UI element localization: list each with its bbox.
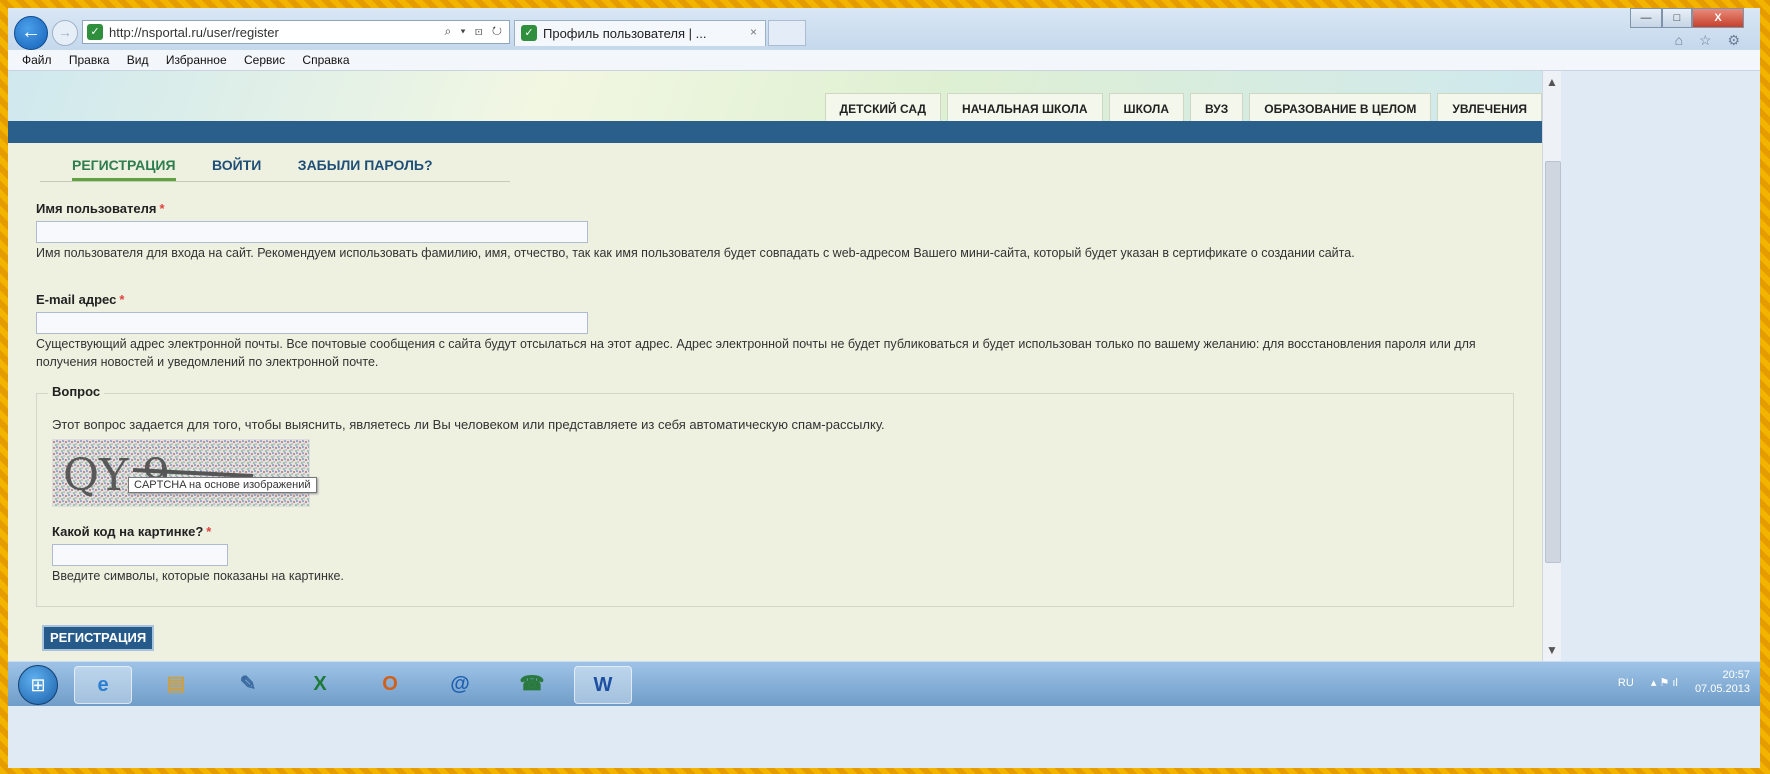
taskbar-paint-icon[interactable]: ✎ [220, 666, 276, 702]
page-content: ДЕТСКИЙ САД НАЧАЛЬНАЯ ШКОЛА ШКОЛА ВУЗ ОБ… [8, 71, 1542, 661]
captcha-tooltip: CAPTCHA на основе изображений [128, 477, 317, 493]
address-controls[interactable]: ⌕ ▾ ⊡ ↻ [444, 24, 505, 39]
new-tab-button[interactable] [768, 20, 806, 46]
nav-education[interactable]: ОБРАЗОВАНИЕ В ЦЕЛОМ [1249, 93, 1432, 122]
email-input[interactable] [36, 312, 588, 334]
taskbar-word-icon[interactable]: W [574, 666, 632, 704]
browser-tab[interactable]: ✓ Профиль пользователя | ... × [514, 20, 766, 46]
language-indicator[interactable]: RU [1618, 668, 1634, 698]
clock[interactable]: 20:57 07.05.2013 [1695, 668, 1750, 696]
tab-login[interactable]: ВОЙТИ [212, 151, 261, 178]
nav-school[interactable]: ШКОЛА [1108, 93, 1185, 122]
tab-title: Профиль пользователя | ... [543, 26, 707, 41]
taskbar-powerpoint-icon[interactable]: O [362, 666, 418, 702]
captcha-noise: QY 9 [53, 440, 309, 506]
scroll-down-icon[interactable]: ▼ [1543, 643, 1561, 657]
captcha-image: QY 9 [52, 439, 310, 507]
required-mark: * [159, 201, 165, 216]
email-label: E-mail адрес * [36, 292, 124, 307]
menu-view[interactable]: Вид [127, 50, 149, 70]
url-text[interactable]: http://nsportal.ru/user/register [109, 25, 279, 40]
menu-bar: Файл Правка Вид Избранное Сервис Справка [8, 50, 1760, 71]
minimize-button[interactable]: — [1630, 8, 1662, 28]
close-window-button[interactable]: X [1692, 8, 1744, 28]
username-label-text: Имя пользователя [36, 201, 157, 216]
taskbar-ie-icon[interactable]: e [74, 666, 132, 704]
site-favicon: ✓ [87, 24, 103, 40]
taskbar-mail-icon[interactable]: @ [432, 666, 488, 702]
clock-date: 07.05.2013 [1694, 683, 1750, 695]
address-row: ← → ✓ http://nsportal.ru/user/register ⌕… [8, 8, 1760, 50]
menu-file[interactable]: Файл [22, 50, 52, 70]
username-input[interactable] [36, 221, 588, 243]
start-button[interactable]: ⊞ [18, 665, 58, 705]
vertical-scrollbar[interactable]: ▲ ▼ [1542, 71, 1561, 661]
back-button[interactable]: ← [14, 16, 48, 50]
forward-button[interactable]: → [52, 20, 78, 46]
form-tabs: РЕГИСТРАЦИЯ ВОЙТИ ЗАБЫЛИ ПАРОЛЬ? [40, 151, 510, 182]
scroll-thumb[interactable] [1545, 161, 1561, 563]
system-tray: RU ▴ ⚑ ıl 20:57 07.05.2013 [1618, 668, 1750, 698]
menu-tools[interactable]: Сервис [244, 50, 285, 70]
tray-icons[interactable]: ▴ ⚑ ıl [1651, 668, 1678, 698]
browser-window: ← → ✓ http://nsportal.ru/user/register ⌕… [8, 8, 1760, 768]
taskbar-explorer-icon[interactable]: ▤ [148, 666, 204, 702]
site-header: ДЕТСКИЙ САД НАЧАЛЬНАЯ ШКОЛА ШКОЛА ВУЗ ОБ… [8, 71, 1542, 122]
tab-close-icon[interactable]: × [750, 25, 757, 39]
taskbar: ⊞ e ▤ ✎ X O @ ☎ W RU ▴ ⚑ ıl 20:57 07.05.… [8, 661, 1760, 706]
taskbar-phone-icon[interactable]: ☎ [504, 666, 560, 702]
email-label-text: E-mail адрес [36, 292, 117, 307]
captcha-code-label-text: Какой код на картинке? [52, 524, 204, 539]
question-intro: Этот вопрос задается для того, чтобы выя… [52, 417, 885, 432]
username-description: Имя пользователя для входа на сайт. Реко… [36, 246, 1355, 260]
question-legend: Вопрос [48, 384, 105, 399]
scroll-up-icon[interactable]: ▲ [1543, 75, 1561, 89]
taskbar-excel-icon[interactable]: X [292, 666, 348, 702]
tab-forgot-password[interactable]: ЗАБЫЛИ ПАРОЛЬ? [298, 151, 433, 178]
required-mark: * [206, 524, 212, 539]
site-nav: ДЕТСКИЙ САД НАЧАЛЬНАЯ ШКОЛА ШКОЛА ВУЗ ОБ… [824, 93, 1542, 122]
menu-help[interactable]: Справка [302, 50, 349, 70]
nav-university[interactable]: ВУЗ [1190, 93, 1244, 122]
clock-time: 20:57 [1722, 669, 1750, 681]
email-description: Существующий адрес электронной почты. Вс… [36, 337, 1476, 369]
home-favorites-tools-icons[interactable]: ⌂ ☆ ⚙ [1675, 32, 1746, 49]
captcha-code-label: Какой код на картинке? * [52, 524, 211, 539]
menu-favorites[interactable]: Избранное [166, 50, 227, 70]
nav-kindergarten[interactable]: ДЕТСКИЙ САД [824, 93, 941, 122]
nav-hobbies[interactable]: УВЛЕЧЕНИЯ [1437, 93, 1542, 122]
tab-favicon: ✓ [521, 25, 537, 41]
address-bar[interactable]: ✓ http://nsportal.ru/user/register ⌕ ▾ ⊡… [82, 20, 510, 44]
required-mark: * [119, 292, 125, 307]
username-label: Имя пользователя * [36, 201, 165, 216]
header-divider [8, 121, 1542, 143]
captcha-text: QY 9 [63, 450, 170, 501]
maximize-button[interactable]: □ [1662, 8, 1692, 28]
register-submit-button[interactable]: РЕГИСТРАЦИЯ [42, 625, 155, 651]
tab-register[interactable]: РЕГИСТРАЦИЯ [72, 151, 176, 181]
captcha-code-description: Введите символы, которые показаны на кар… [52, 569, 344, 583]
menu-edit[interactable]: Правка [69, 50, 110, 70]
captcha-code-input[interactable] [52, 544, 228, 566]
nav-primary-school[interactable]: НАЧАЛЬНАЯ ШКОЛА [947, 93, 1103, 122]
